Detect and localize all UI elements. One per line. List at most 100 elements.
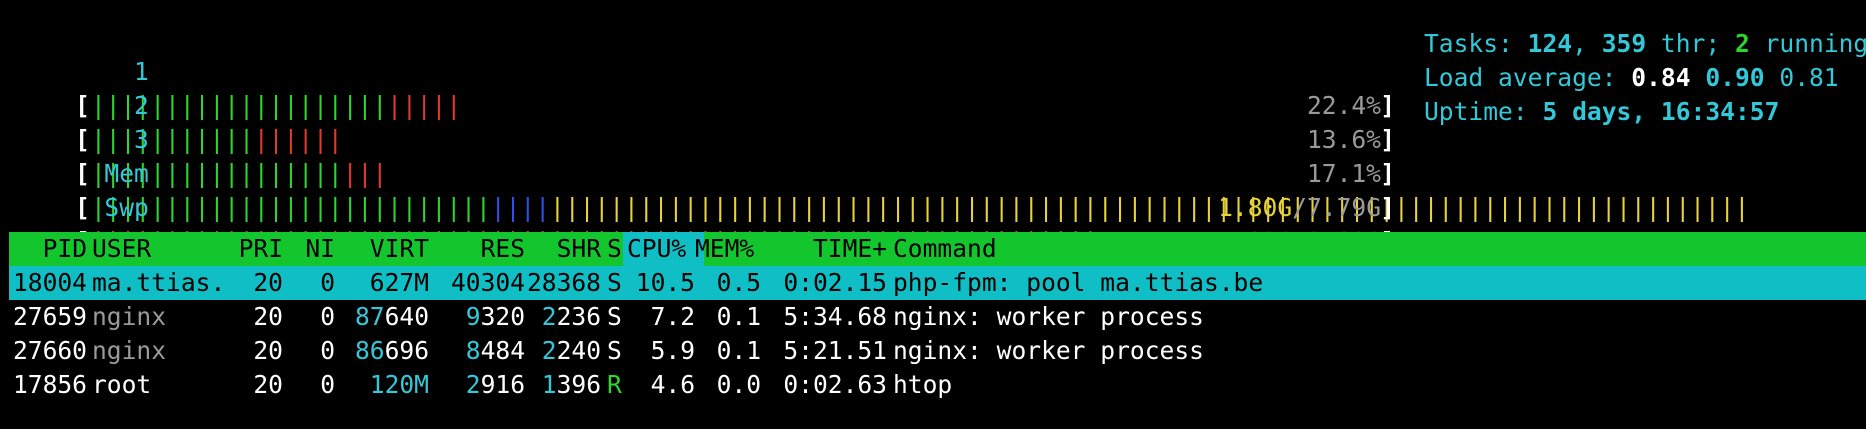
col-header-state[interactable]: S — [607, 232, 622, 266]
process-user: nginx — [92, 336, 167, 365]
mem-used-value: 1.80G — [1218, 193, 1293, 222]
process-priority: 20 — [253, 302, 283, 331]
process-nice: 0 — [320, 302, 335, 331]
load-average: Load average: 0.84 0.90 0.81 — [1424, 61, 1839, 95]
cpu-bar-kernel: ||||| — [387, 91, 462, 120]
load-15min: 0.81 — [1779, 63, 1839, 92]
mem-bar-buffers: |||| — [490, 193, 551, 222]
process-state: S — [607, 336, 622, 365]
process-table-header: PID USER PRI NI VIRT RES SHR S CPU% MEM%… — [9, 232, 1866, 266]
col-header-user[interactable]: USER — [92, 232, 151, 266]
mem-bar-cache: ||||||||||||||||||||||||||||||||||||||||… — [550, 193, 1750, 222]
process-pid: 17856 — [12, 370, 87, 399]
process-shr-high: 2 — [541, 336, 557, 365]
process-res-high: 9 — [465, 302, 481, 331]
cpu-meter-value: 13.6% — [1306, 125, 1381, 154]
cpu-meter-value: 22.4% — [1306, 91, 1381, 120]
process-shr: 240 — [556, 336, 601, 365]
process-state: R — [607, 370, 622, 399]
threads-count: 359 — [1601, 29, 1647, 58]
process-virt-high: 87 — [354, 302, 385, 331]
process-nice: 0 — [320, 268, 335, 297]
tasks-separator: , — [1572, 29, 1602, 58]
col-header-cpu[interactable]: CPU% — [627, 232, 686, 266]
cpu-bar-kernel: |||||| — [253, 125, 343, 154]
col-header-res[interactable]: RES — [429, 232, 525, 266]
process-virt: 627M — [369, 268, 429, 297]
process-shr-high: 1 — [541, 370, 557, 399]
process-command: htop — [893, 370, 953, 399]
process-row[interactable]: 27660 nginx 20 0 86696 8484 2240 S 5.9 0… — [9, 334, 1866, 368]
tasks-summary: Tasks: 124, 359 thr; 2 running — [1424, 27, 1866, 61]
process-cpu: 5.9 — [650, 336, 695, 365]
process-user: nginx — [92, 302, 167, 331]
process-row-selected[interactable]: 18004 ma.ttias. 20 0 627M 40304 28368 S … — [9, 266, 1866, 300]
mem-bar-used: ||||||||||||||||||||||||||| — [91, 193, 491, 222]
process-user: root — [92, 370, 152, 399]
load-5min: 0.90 — [1705, 63, 1765, 92]
process-res-high: 8 — [465, 336, 481, 365]
uptime: Uptime: 5 days, 16:34:57 — [1424, 95, 1779, 129]
process-row[interactable]: 27659 nginx 20 0 87640 9320 2236 S 7.2 0… — [9, 300, 1866, 334]
meter-close-bracket: ] — [1380, 91, 1395, 120]
cpu-meter-2: 2 [ ||||||||||||||||| 13.6% ] — [9, 55, 1395, 154]
col-header-virt[interactable]: VIRT — [339, 232, 429, 266]
process-res: 484 — [480, 336, 525, 365]
running-count: 2 — [1734, 29, 1750, 58]
mem-total-value: /7.79G — [1292, 193, 1381, 222]
swap-meter-label: Swp — [104, 193, 149, 222]
process-mem: 0.5 — [716, 268, 761, 297]
htop-terminal: 1 [ ||||||||||||||||||||||||| 22.4% ] 2 … — [0, 0, 1866, 406]
process-res: 916 — [480, 370, 525, 399]
col-header-pid[interactable]: PID — [9, 232, 87, 266]
cpu-meter-3: 3 [ |||||||||||||||||||| 17.1% ] — [9, 89, 1395, 188]
process-time: 5:34.68 — [783, 302, 887, 331]
process-virt: 696 — [384, 336, 429, 365]
process-shr: 236 — [556, 302, 601, 331]
process-command: nginx: worker process — [893, 302, 1204, 331]
swap-meter: Swp [ ||||||||||||||||||||||||||||||||||… — [9, 157, 1395, 256]
tasks-label: Tasks: — [1424, 29, 1528, 58]
process-priority: 20 — [253, 268, 283, 297]
process-state: S — [607, 302, 622, 331]
process-cpu: 10.5 — [635, 268, 695, 297]
process-nice: 0 — [320, 370, 335, 399]
col-header-pri[interactable]: PRI — [225, 232, 283, 266]
mem-meter: Mem [ ||||||||||||||||||||||||||||||||||… — [9, 123, 1749, 222]
process-shr: 396 — [556, 370, 601, 399]
col-header-shr[interactable]: SHR — [525, 232, 601, 266]
tasks-count: 124 — [1527, 29, 1573, 58]
process-user: ma.ttias. — [92, 268, 226, 297]
process-row[interactable]: 17856 root 20 0 120M 2916 1396 R 4.6 0.0… — [9, 368, 1866, 402]
process-virt: 640 — [384, 302, 429, 331]
cpu-meter-value: 17.1% — [1306, 159, 1381, 188]
col-header-ni[interactable]: NI — [289, 232, 335, 266]
process-pid: 27660 — [12, 336, 87, 365]
process-time: 5:21.51 — [783, 336, 887, 365]
process-virt-high: 120M — [369, 370, 429, 399]
process-state: S — [607, 268, 622, 297]
process-mem: 0.1 — [716, 336, 761, 365]
process-command: nginx: worker process — [893, 336, 1204, 365]
threads-label: thr; — [1646, 29, 1735, 58]
running-label: running — [1749, 29, 1866, 58]
process-cpu: 7.2 — [650, 302, 695, 331]
process-time: 0:02.63 — [783, 370, 887, 399]
load-label: Load average: — [1424, 63, 1632, 92]
col-header-command[interactable]: Command — [893, 232, 997, 266]
process-priority: 20 — [253, 336, 283, 365]
process-shr: 28368 — [526, 268, 601, 297]
process-shr-high: 2 — [541, 302, 557, 331]
uptime-label: Uptime: — [1424, 97, 1543, 126]
process-mem: 0.1 — [716, 302, 761, 331]
uptime-value: 5 days, 16:34:57 — [1542, 97, 1780, 126]
process-res-high: 2 — [465, 370, 481, 399]
meter-close-bracket: ] — [1380, 159, 1395, 188]
cpu-bar-kernel: ||| — [342, 159, 388, 188]
process-nice: 0 — [320, 336, 335, 365]
col-header-time[interactable]: TIME+ — [769, 232, 887, 266]
col-header-mem[interactable]: MEM% — [695, 232, 754, 266]
meter-close-bracket: ] — [1380, 125, 1395, 154]
process-priority: 20 — [253, 370, 283, 399]
process-pid: 18004 — [12, 268, 87, 297]
